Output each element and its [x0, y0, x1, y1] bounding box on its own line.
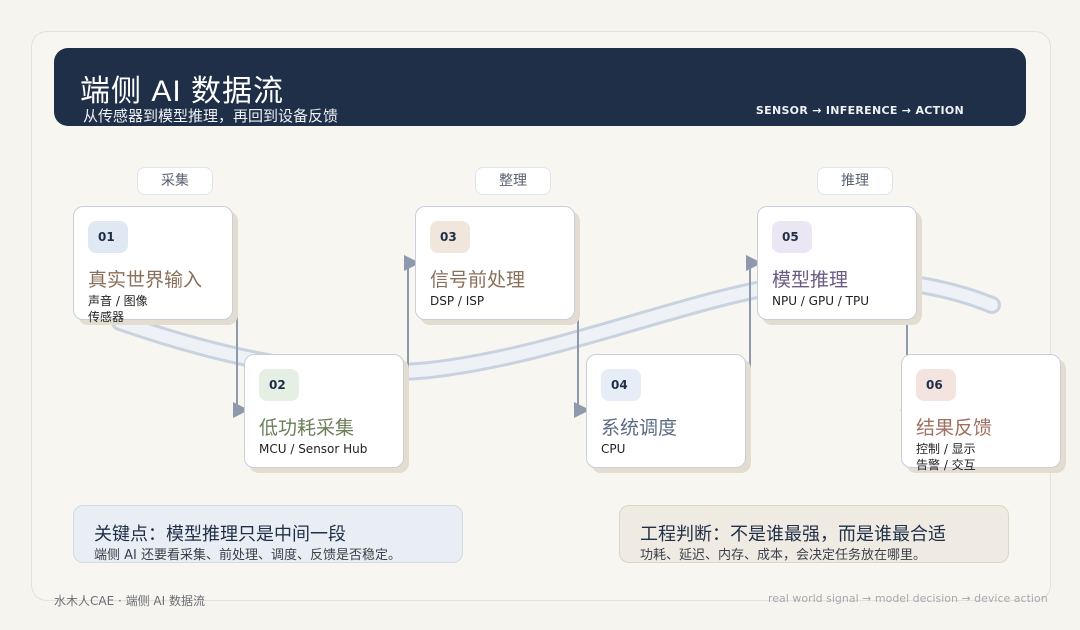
step-number-badge: 01	[88, 221, 128, 253]
step-title: 真实世界输入	[88, 269, 203, 291]
step-detail: CPU	[601, 442, 626, 456]
footer-tagline: real world signal → model decision → dev…	[768, 592, 1048, 605]
note-body: 端侧 AI 还要看采集、前处理、调度、反馈是否稳定。	[94, 548, 401, 563]
step-title: 系统调度	[601, 417, 678, 439]
key-point-note: 关键点：模型推理只是中间一段 端侧 AI 还要看采集、前处理、调度、反馈是否稳定…	[73, 505, 463, 563]
step-detail: NPU / GPU / TPU	[772, 294, 870, 308]
step-number-badge: 05	[772, 221, 812, 253]
note-body: 功耗、延迟、内存、成本，会决定任务放在哪里。	[640, 548, 927, 563]
step-detail: 控制 / 显示 告警 / 交互	[916, 442, 976, 472]
step-card-03: 03 信号前处理 DSP / ISP	[415, 206, 575, 320]
step-card-06: 06 结果反馈 控制 / 显示 告警 / 交互	[901, 354, 1061, 472]
step-title: 信号前处理	[430, 269, 526, 291]
step-detail: 声音 / 图像 传感器	[88, 294, 148, 324]
step-card-01: 01 真实世界输入 声音 / 图像 传感器	[73, 206, 233, 324]
step-number-badge: 06	[916, 369, 956, 401]
step-title: 模型推理	[772, 269, 849, 291]
step-title: 低功耗采集	[259, 417, 355, 439]
step-number-badge: 02	[259, 369, 299, 401]
note-title: 工程判断：不是谁最强，而是谁最合适	[640, 524, 946, 545]
footer-source: 水木人CAE · 端侧 AI 数据流	[54, 594, 205, 608]
step-card-04: 04 系统调度 CPU	[586, 354, 746, 468]
step-card-05: 05 模型推理 NPU / GPU / TPU	[757, 206, 917, 320]
step-number-badge: 03	[430, 221, 470, 253]
engineering-judgment-note: 工程判断：不是谁最强，而是谁最合适 功耗、延迟、内存、成本，会决定任务放在哪里。	[619, 505, 1009, 563]
step-detail: DSP / ISP	[430, 294, 485, 308]
note-title: 关键点：模型推理只是中间一段	[94, 524, 346, 545]
step-number-badge: 04	[601, 369, 641, 401]
step-card-02: 02 低功耗采集 MCU / Sensor Hub	[244, 354, 404, 468]
step-title: 结果反馈	[916, 417, 993, 439]
step-detail: MCU / Sensor Hub	[259, 442, 368, 456]
